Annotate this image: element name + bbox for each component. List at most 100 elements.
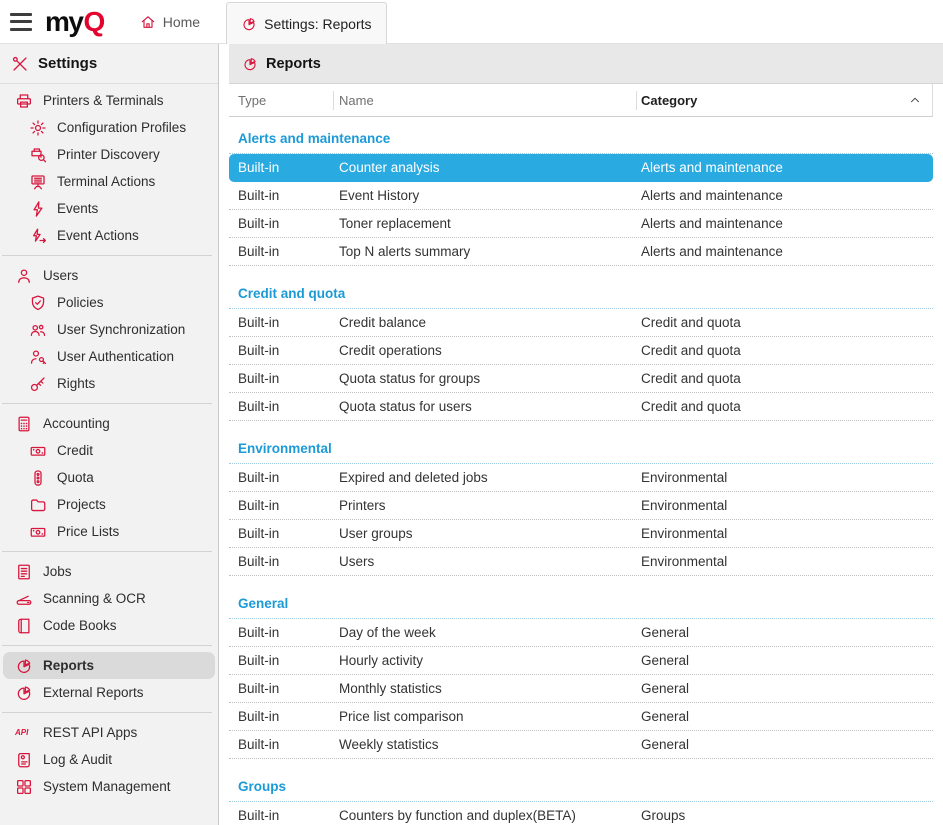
sidebar-item-configuration-profiles[interactable]: Configuration Profiles bbox=[3, 114, 215, 141]
table-row[interactable]: Built-in Credit operations Credit and qu… bbox=[229, 337, 933, 365]
report-type-cell: Built-in bbox=[229, 498, 339, 513]
report-name-cell: Price list comparison bbox=[339, 709, 641, 724]
table-row[interactable]: Built-in Expired and deleted jobs Enviro… bbox=[229, 464, 933, 492]
sidebar-item-label: REST API Apps bbox=[43, 725, 137, 740]
report-name-cell: Credit operations bbox=[339, 343, 641, 358]
sidebar-item-scanning-ocr[interactable]: Scanning & OCR bbox=[3, 585, 215, 612]
sort-ascending-icon[interactable] bbox=[908, 93, 922, 107]
sidebar-item-label: Credit bbox=[57, 443, 93, 458]
sidebar-item-user-authentication[interactable]: User Authentication bbox=[3, 343, 215, 370]
column-header-type[interactable]: Type bbox=[229, 93, 339, 108]
table-row[interactable]: Built-in Event History Alerts and mainte… bbox=[229, 182, 933, 210]
sidebar-item-log-audit[interactable]: Log & Audit bbox=[3, 746, 215, 773]
sidebar-item-user-synchronization[interactable]: User Synchronization bbox=[3, 316, 215, 343]
sidebar-item-events[interactable]: Events bbox=[3, 195, 215, 222]
table-row[interactable]: Built-in Printers Environmental bbox=[229, 492, 933, 520]
sidebar-item-label: Configuration Profiles bbox=[57, 120, 186, 135]
sidebar-item-rest-api-apps[interactable]: API REST API Apps bbox=[3, 719, 215, 746]
report-name-cell: Quota status for users bbox=[339, 399, 641, 414]
sidebar-group-printers: Printers & Terminals Configuration Profi… bbox=[0, 84, 218, 252]
sidebar-item-projects[interactable]: Projects bbox=[3, 491, 215, 518]
table-row[interactable]: Built-in Monthly statistics General bbox=[229, 675, 933, 703]
table-row[interactable]: Built-in Top N alerts summary Alerts and… bbox=[229, 238, 933, 266]
sidebar-item-event-actions[interactable]: Event Actions bbox=[3, 222, 215, 249]
gear-icon bbox=[29, 119, 47, 137]
tab-home[interactable]: Home bbox=[126, 0, 214, 43]
sidebar-item-label: Printer Discovery bbox=[57, 147, 160, 162]
column-divider bbox=[333, 91, 334, 110]
sidebar-item-label: Rights bbox=[57, 376, 95, 391]
sidebar-divider bbox=[2, 403, 212, 404]
table-row[interactable]: Built-in Counters by function and duplex… bbox=[229, 802, 933, 825]
report-type-cell: Built-in bbox=[229, 160, 339, 175]
report-type-cell: Built-in bbox=[229, 625, 339, 640]
report-category-cell: General bbox=[641, 625, 933, 640]
sidebar-item-price-lists[interactable]: Price Lists bbox=[3, 518, 215, 545]
sidebar-item-credit[interactable]: Credit bbox=[3, 437, 215, 464]
sidebar-item-printers-terminals[interactable]: Printers & Terminals bbox=[3, 87, 215, 114]
table-row[interactable]: Built-in User groups Environmental bbox=[229, 520, 933, 548]
lightning-arrow-icon bbox=[29, 227, 47, 245]
sidebar-item-printer-discovery[interactable]: Printer Discovery bbox=[3, 141, 215, 168]
group-header: Groups bbox=[238, 779, 933, 795]
report-type-cell: Built-in bbox=[229, 399, 339, 414]
table-row[interactable]: Built-in Counter analysis Alerts and mai… bbox=[229, 154, 933, 182]
report-type-cell: Built-in bbox=[229, 653, 339, 668]
home-icon bbox=[140, 14, 156, 30]
sidebar-item-jobs[interactable]: Jobs bbox=[3, 558, 215, 585]
report-name-cell: Hourly activity bbox=[339, 653, 641, 668]
table-row[interactable]: Built-in Quota status for groups Credit … bbox=[229, 365, 933, 393]
sidebar-divider bbox=[2, 255, 212, 256]
report-name-cell: Counter analysis bbox=[339, 160, 641, 175]
report-name-cell: Expired and deleted jobs bbox=[339, 470, 641, 485]
column-header-category[interactable]: Category bbox=[641, 93, 932, 108]
tab-settings-reports[interactable]: Settings: Reports bbox=[226, 2, 386, 44]
table-row[interactable]: Built-in Price list comparison General bbox=[229, 703, 933, 731]
column-header-name[interactable]: Name bbox=[339, 93, 641, 108]
report-type-cell: Built-in bbox=[229, 681, 339, 696]
table-row[interactable]: Built-in Toner replacement Alerts and ma… bbox=[229, 210, 933, 238]
sidebar-item-label: Users bbox=[43, 268, 78, 283]
pie-chart-icon bbox=[15, 657, 33, 675]
sidebar-item-label: User Synchronization bbox=[57, 322, 185, 337]
traffic-light-icon bbox=[29, 469, 47, 487]
table-row[interactable]: Built-in Users Environmental bbox=[229, 548, 933, 576]
reports-panel: Reports Type Name Category Alerts and ma… bbox=[219, 44, 943, 825]
sidebar-divider bbox=[2, 712, 212, 713]
sidebar-item-label: Quota bbox=[57, 470, 94, 485]
sidebar-item-terminal-actions[interactable]: Terminal Actions bbox=[3, 168, 215, 195]
myq-logo[interactable]: myQ bbox=[45, 8, 104, 36]
sidebar-item-accounting[interactable]: Accounting bbox=[3, 410, 215, 437]
pie-chart-icon bbox=[241, 16, 257, 32]
log-audit-icon bbox=[15, 751, 33, 769]
sidebar-item-system-management[interactable]: System Management bbox=[3, 773, 215, 800]
hamburger-menu-icon[interactable] bbox=[10, 13, 32, 31]
table-header: Type Name Category bbox=[229, 84, 933, 117]
sidebar-item-users[interactable]: Users bbox=[3, 262, 215, 289]
report-type-cell: Built-in bbox=[229, 470, 339, 485]
sidebar-item-rights[interactable]: Rights bbox=[3, 370, 215, 397]
table-row[interactable]: Built-in Weekly statistics General bbox=[229, 731, 933, 759]
report-category-cell: Groups bbox=[641, 808, 933, 823]
sidebar-item-label: Terminal Actions bbox=[57, 174, 155, 189]
table-row[interactable]: Built-in Hourly activity General bbox=[229, 647, 933, 675]
report-type-cell: Built-in bbox=[229, 315, 339, 330]
report-category-cell: General bbox=[641, 709, 933, 724]
sidebar-item-reports[interactable]: Reports bbox=[3, 652, 215, 679]
group-header: Credit and quota bbox=[238, 286, 933, 302]
sidebar-item-policies[interactable]: Policies bbox=[3, 289, 215, 316]
terminal-icon bbox=[29, 173, 47, 191]
report-type-cell: Built-in bbox=[229, 526, 339, 541]
sidebar-item-quota[interactable]: Quota bbox=[3, 464, 215, 491]
sidebar-divider bbox=[2, 551, 212, 552]
group-header: General bbox=[238, 596, 933, 612]
table-row[interactable]: Built-in Day of the week General bbox=[229, 619, 933, 647]
sidebar-item-label: External Reports bbox=[43, 685, 144, 700]
report-category-cell: Credit and quota bbox=[641, 371, 933, 386]
sidebar-item-code-books[interactable]: Code Books bbox=[3, 612, 215, 639]
report-name-cell: Day of the week bbox=[339, 625, 641, 640]
sidebar-item-external-reports[interactable]: External Reports bbox=[3, 679, 215, 706]
report-name-cell: Credit balance bbox=[339, 315, 641, 330]
table-row[interactable]: Built-in Quota status for users Credit a… bbox=[229, 393, 933, 421]
table-row[interactable]: Built-in Credit balance Credit and quota bbox=[229, 309, 933, 337]
